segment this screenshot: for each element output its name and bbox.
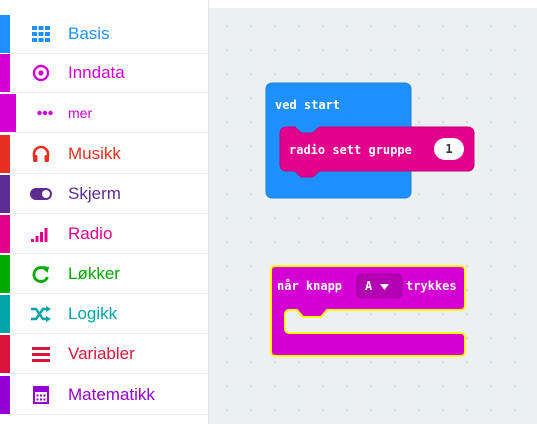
toggle-icon [30,183,52,205]
group-number-value: 1 [445,142,452,156]
ellipsis-icon [34,102,56,124]
category-stripe [0,94,16,132]
category-stripe [0,376,10,414]
category-inndata[interactable]: Inndata [0,54,208,93]
category-lokker[interactable]: Løkker [0,255,208,294]
radio-set-group-label: radio sett gruppe [289,143,412,157]
list-icon [30,343,52,365]
category-stripe [0,255,10,293]
category-stripe [0,215,10,253]
category-label: Logikk [68,304,118,323]
category-radio[interactable]: Radio [0,215,208,254]
signal-bars-icon [30,223,52,245]
shuffle-icon [30,303,52,325]
category-basis[interactable]: Basis [0,15,208,54]
category-stripe [0,335,10,373]
category-logikk[interactable]: Logikk [0,295,208,334]
category-matematikk[interactable]: Matematikk [0,376,208,415]
category-label: Løkker [68,264,120,283]
category-stripe [0,54,10,92]
category-skjerm[interactable]: Skjerm [0,175,208,214]
category-stripe [0,15,10,53]
button-dropdown[interactable] [356,273,403,299]
category-label: Matematikk [68,385,155,404]
toolbox: Basis Inndata mer Musikk Skjerm Radio Lø… [0,0,209,424]
button-dropdown-value: A [365,279,373,293]
category-inndata-more[interactable]: mer [0,94,208,133]
workspace[interactable]: ved start radio sett gruppe 1 når knapp … [209,8,537,424]
on-start-label: ved start [275,98,340,112]
category-label: Musikk [68,144,121,163]
category-variabler[interactable]: Variabler [0,335,208,374]
category-label: Variabler [68,344,135,363]
headphones-icon [30,143,52,165]
calculator-icon [30,384,52,406]
button-pressed-prefix: når knapp [277,279,342,293]
grid-icon [30,23,52,45]
category-label: Skjerm [68,184,121,203]
button-pressed-suffix: trykkes [406,279,457,293]
category-label: Radio [68,224,113,243]
category-stripe [0,135,10,173]
category-label: Inndata [68,63,125,82]
refresh-icon [30,263,52,285]
category-stripe [0,175,10,213]
category-musikk[interactable]: Musikk [0,135,208,174]
button-pressed-block[interactable]: når knapp A trykkes [270,265,466,357]
category-label: Basis [68,24,110,43]
radio-set-group-block[interactable]: radio sett gruppe 1 [279,126,475,178]
category-stripe [0,295,10,333]
category-label: mer [68,105,93,121]
target-icon [30,62,52,84]
